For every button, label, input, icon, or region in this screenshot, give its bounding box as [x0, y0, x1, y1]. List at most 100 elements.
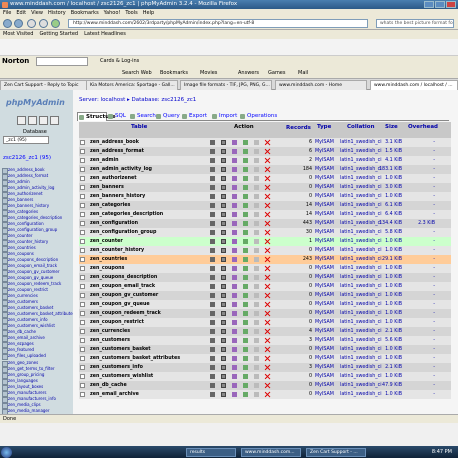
insert-icon[interactable]: [243, 383, 248, 388]
row-checkbox[interactable]: [80, 158, 85, 163]
insert-icon[interactable]: [243, 221, 248, 226]
collation[interactable]: latin1_swedish_ci: [340, 318, 382, 327]
browse-icon[interactable]: [210, 221, 215, 226]
structure-icon[interactable]: [221, 338, 226, 343]
drop-icon[interactable]: [265, 257, 270, 262]
insert-icon[interactable]: [243, 329, 248, 334]
table-size[interactable]: 4.1 KiB: [377, 156, 402, 165]
empty-icon[interactable]: [254, 239, 259, 244]
tab-export[interactable]: Export: [181, 112, 207, 121]
engine-type[interactable]: MyISAM: [315, 147, 334, 156]
row-checkbox[interactable]: [80, 383, 85, 388]
empty-icon[interactable]: [254, 149, 259, 154]
row-checkbox[interactable]: [80, 356, 85, 361]
empty-icon[interactable]: [254, 356, 259, 361]
drop-icon[interactable]: [265, 338, 270, 343]
structure-icon[interactable]: [221, 374, 226, 379]
browse-icon[interactable]: [210, 284, 215, 289]
table-size[interactable]: 47.9 KiB: [377, 381, 402, 390]
structure-icon[interactable]: [221, 248, 226, 253]
search-icon[interactable]: [232, 230, 237, 235]
table-size[interactable]: 1.5 KiB: [377, 147, 402, 156]
structure-icon[interactable]: [221, 194, 226, 199]
empty-icon[interactable]: [254, 275, 259, 280]
search-icon[interactable]: [232, 338, 237, 343]
structure-icon[interactable]: [221, 158, 226, 163]
menu-item-view[interactable]: View: [31, 9, 43, 17]
table-size[interactable]: 3.0 KiB: [377, 183, 402, 192]
collation[interactable]: latin1_swedish_ci: [340, 282, 382, 291]
browse-icon[interactable]: [210, 230, 215, 235]
empty-icon[interactable]: [254, 158, 259, 163]
engine-type[interactable]: MyISAM: [315, 210, 334, 219]
collation[interactable]: latin1_swedish_ci: [340, 273, 382, 282]
table-size[interactable]: 1.0 KiB: [377, 264, 402, 273]
insert-icon[interactable]: [243, 185, 248, 190]
insert-icon[interactable]: [243, 392, 248, 397]
search-icon[interactable]: [232, 302, 237, 307]
table-size[interactable]: 29.1 KiB: [377, 255, 402, 264]
forward-icon[interactable]: [14, 19, 23, 28]
engine-type[interactable]: MyISAM: [315, 318, 334, 327]
tab-sql[interactable]: SQL: [107, 112, 126, 121]
browser-tab[interactable]: Kia Motors America: Sportage - Gall...: [86, 80, 178, 90]
insert-icon[interactable]: [243, 320, 248, 325]
browse-icon[interactable]: [210, 149, 215, 154]
collation[interactable]: latin1_swedish_ci: [340, 345, 382, 354]
empty-icon[interactable]: [254, 383, 259, 388]
empty-icon[interactable]: [254, 266, 259, 271]
search-icon[interactable]: [232, 383, 237, 388]
engine-type[interactable]: MyISAM: [315, 291, 334, 300]
insert-icon[interactable]: [243, 266, 248, 271]
row-checkbox[interactable]: [80, 275, 85, 280]
row-checkbox[interactable]: [80, 365, 85, 370]
empty-icon[interactable]: [254, 203, 259, 208]
table-size[interactable]: 5.6 KiB: [377, 336, 402, 345]
collation[interactable]: latin1_swedish_ci: [340, 228, 382, 237]
engine-type[interactable]: MyISAM: [315, 156, 334, 165]
drop-icon[interactable]: [265, 365, 270, 370]
exit-icon[interactable]: [28, 116, 37, 125]
search-icon[interactable]: [232, 149, 237, 154]
search-icon[interactable]: [232, 212, 237, 217]
table-size[interactable]: 1.0 KiB: [377, 300, 402, 309]
bookmark-link[interactable]: Getting Started: [39, 30, 78, 39]
empty-icon[interactable]: [254, 365, 259, 370]
toolbar-item[interactable]: Answers: [238, 67, 259, 79]
table-size[interactable]: 183.1 KiB: [377, 165, 402, 174]
row-checkbox[interactable]: [80, 149, 85, 154]
row-checkbox[interactable]: [80, 230, 85, 235]
browser-tab[interactable]: Image file formats - TIF, JPG, PNG, G...: [180, 80, 272, 90]
table-name-link[interactable]: zen_banners: [90, 183, 124, 192]
table-name-link[interactable]: zen_db_cache: [90, 381, 127, 390]
row-checkbox[interactable]: [80, 257, 85, 262]
tab-structure[interactable]: Structure: [77, 112, 115, 121]
drop-icon[interactable]: [265, 230, 270, 235]
row-checkbox[interactable]: [80, 194, 85, 199]
table-size[interactable]: 1.0 KiB: [377, 354, 402, 363]
browse-icon[interactable]: [210, 293, 215, 298]
search-icon[interactable]: [232, 221, 237, 226]
table-size[interactable]: 2.1 KiB: [377, 363, 402, 372]
row-checkbox[interactable]: [80, 239, 85, 244]
structure-icon[interactable]: [221, 365, 226, 370]
taskbar-item[interactable]: www.minddash.com...: [241, 448, 301, 457]
browse-icon[interactable]: [210, 383, 215, 388]
home-icon[interactable]: [51, 19, 60, 28]
close-button[interactable]: [446, 1, 456, 8]
empty-icon[interactable]: [254, 293, 259, 298]
tab-operations[interactable]: Operations: [239, 112, 277, 121]
drop-icon[interactable]: [265, 266, 270, 271]
engine-type[interactable]: MyISAM: [315, 264, 334, 273]
search-icon[interactable]: [232, 167, 237, 172]
row-checkbox[interactable]: [80, 374, 85, 379]
database-select[interactable]: _zc1 (95): [3, 136, 49, 144]
table-name-link[interactable]: zen_email_archive: [90, 390, 139, 399]
row-checkbox[interactable]: [80, 203, 85, 208]
minimize-button[interactable]: [424, 1, 434, 8]
menu-item-help[interactable]: Help: [143, 9, 154, 17]
insert-icon[interactable]: [243, 347, 248, 352]
browse-icon[interactable]: [210, 185, 215, 190]
search-icon[interactable]: [232, 266, 237, 271]
breadcrumb-server[interactable]: Server: localhost: [79, 97, 125, 103]
